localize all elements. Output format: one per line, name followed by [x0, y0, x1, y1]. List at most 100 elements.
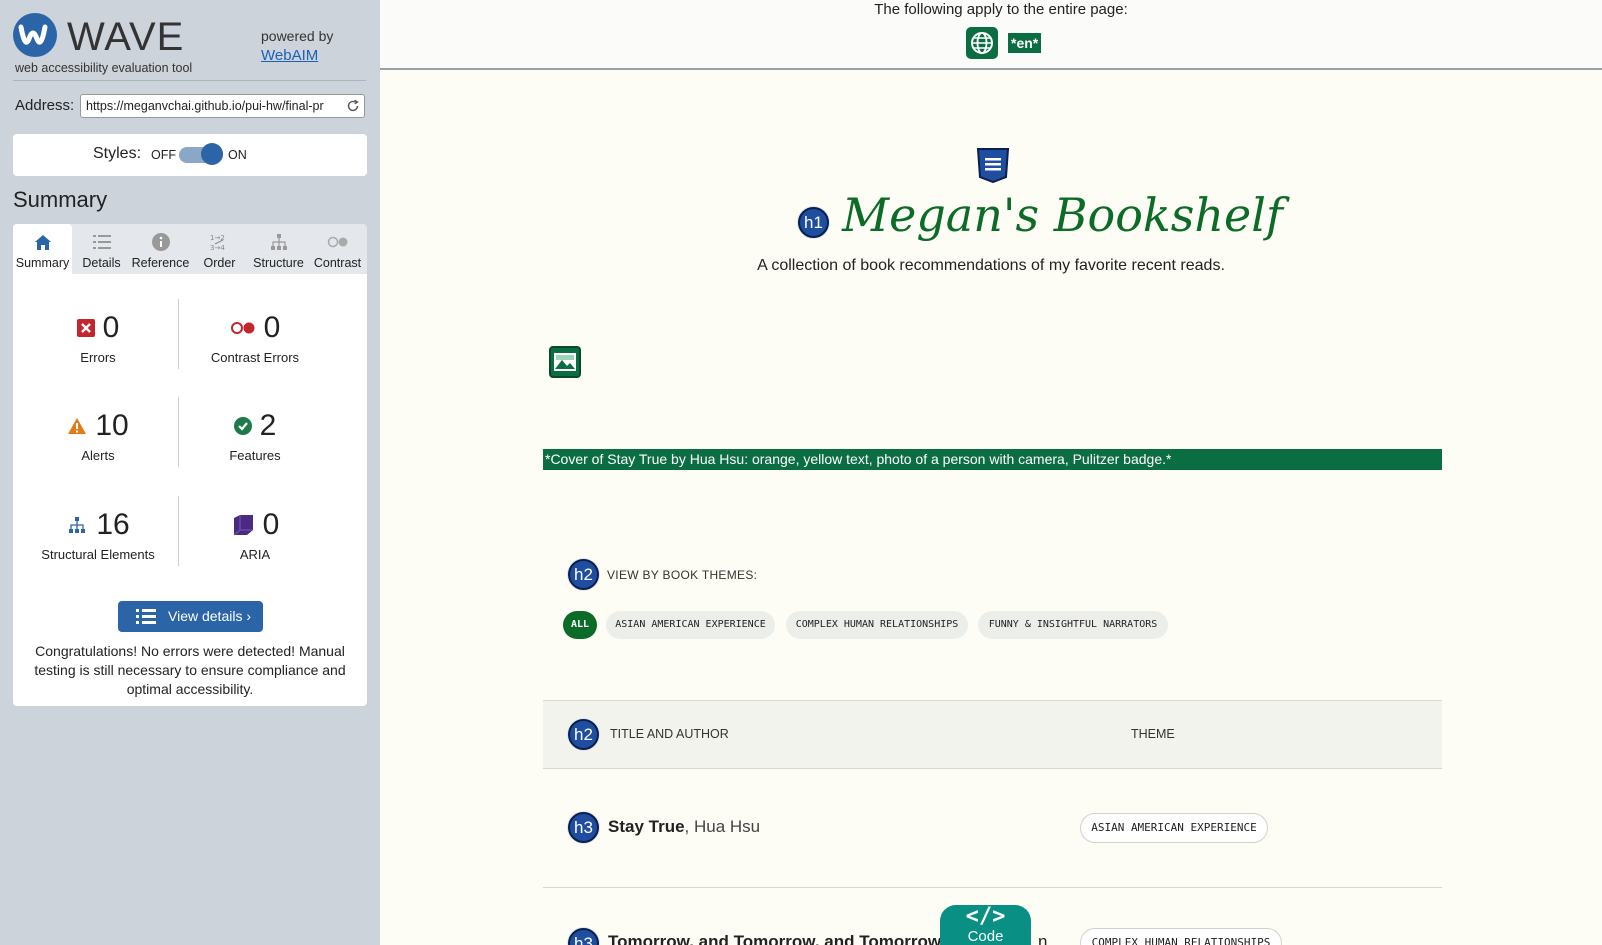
evaluated-page: The following apply to the entire page: …	[380, 0, 1602, 945]
tab-label: Order	[203, 256, 236, 270]
column-header-theme: THEME	[1131, 727, 1175, 741]
list-icon	[136, 609, 156, 624]
wave-logo-icon[interactable]	[13, 13, 57, 57]
contrast-toggle-icon	[327, 236, 347, 248]
contrast-errors-label: Contrast Errors	[210, 350, 300, 365]
feature-check-icon	[233, 417, 252, 435]
book-theme-pill[interactable]: ASIAN AMERICAN EXPERIENCE	[1080, 813, 1268, 843]
row-divider	[543, 887, 1442, 888]
theme-chip-complex-relationships[interactable]: COMPLEX HUMAN RELATIONSHIPS	[786, 611, 968, 639]
features-count: 2	[259, 409, 277, 442]
book-title-trailing-text: n	[1038, 932, 1048, 945]
structural-count: 16	[96, 508, 130, 541]
stat-errors[interactable]: 0 Errors	[18, 310, 178, 365]
tab-label: Structure	[253, 256, 304, 270]
reload-icon[interactable]	[346, 99, 360, 113]
aria-cube-icon	[233, 515, 253, 536]
address-label: Address:	[15, 97, 75, 114]
navigation-menu-icon[interactable]	[976, 147, 1010, 183]
congrats-message: Congratulations! No errors were detected…	[34, 643, 346, 697]
language-globe-icon[interactable]	[966, 27, 998, 59]
styles-label: Styles:	[93, 145, 142, 162]
theme-chip-funny-narrators[interactable]: FUNNY & INSIGHTFUL NARRATORS	[978, 611, 1168, 639]
book-row-title: Stay True, Hua Hsu	[608, 817, 760, 837]
view-details-button[interactable]: View details ›	[118, 601, 263, 632]
page-level-notice: The following apply to the entire page:	[874, 1, 1128, 18]
order-icon: 1→23→4	[210, 234, 225, 252]
book-title: Tomorrow, and Tomorrow, and Tomorrow	[608, 932, 942, 945]
stat-aria[interactable]: 0 ARIA	[175, 507, 335, 562]
styles-off-label: OFF	[151, 148, 176, 162]
styles-toggle-knob[interactable]	[201, 143, 223, 165]
page-level-bar: The following apply to the entire page: …	[380, 0, 1602, 70]
h2-badge-icon[interactable]: h2	[568, 559, 599, 590]
structural-label: Structural Elements	[41, 547, 155, 562]
svg-text:1→2: 1→2	[210, 234, 225, 242]
tab-structure[interactable]: Structure	[249, 224, 308, 274]
alt-text-bar: *Cover of Stay True by Hua Hsu: orange, …	[543, 449, 1442, 470]
wave-tagline: web accessibility evaluation tool	[15, 61, 193, 75]
book-row-title: Tomorrow, and Tomorrow, and Tomorrow, G	[608, 932, 964, 945]
stat-features[interactable]: 2 Features	[175, 408, 335, 463]
stat-structural[interactable]: 16 Structural Elements	[18, 507, 178, 562]
tab-label: Summary	[15, 256, 70, 270]
h3-badge-icon[interactable]: h3	[568, 928, 599, 945]
styles-toggle-box: Styles: OFF ON	[13, 134, 367, 176]
page-subtitle: A collection of book recommendations of …	[757, 257, 1225, 274]
book-theme-pill[interactable]: COMPLEX HUMAN RELATIONSHIPS	[1080, 928, 1282, 945]
alerts-count: 10	[95, 409, 129, 442]
summary-panel: 0 Errors 0 Contrast Errors 10 Alerts 2 F…	[13, 274, 367, 706]
info-icon	[151, 233, 170, 251]
book-title: Stay True	[608, 817, 685, 836]
tab-summary[interactable]: Summary	[13, 224, 72, 274]
view-details-label: View details ›	[168, 608, 252, 624]
powered-by-label: powered by	[261, 28, 334, 44]
code-panel-toggle[interactable]: </> Code	[940, 905, 1031, 945]
errors-label: Errors	[80, 350, 116, 365]
stat-alerts[interactable]: 10 Alerts	[18, 408, 178, 463]
tab-label: Reference	[131, 256, 190, 270]
tab-contrast[interactable]: Contrast	[308, 224, 367, 274]
h2-badge-icon[interactable]: h2	[568, 719, 599, 750]
structure-icon	[270, 234, 287, 250]
theme-chip-asian-american[interactable]: ASIAN AMERICAN EXPERIENCE	[606, 611, 775, 639]
code-icon: </>	[965, 904, 1006, 929]
tab-details[interactable]: Details	[72, 224, 131, 274]
column-header-title: TITLE AND AUTHOR	[610, 727, 729, 741]
wave-logo-text: WAVE	[67, 15, 185, 59]
features-label: Features	[229, 448, 281, 463]
contrast-error-icon	[230, 322, 255, 334]
webaim-link[interactable]: WebAIM	[261, 47, 318, 64]
page-title: Megan's Bookshelf	[842, 188, 1283, 242]
svg-text:3→4: 3→4	[210, 244, 225, 252]
aria-count: 0	[262, 508, 280, 541]
themes-label: VIEW BY BOOK THEMES:	[607, 568, 758, 582]
panel-tabs: Summary Details Reference 1→2 3→4 Order S…	[13, 224, 367, 274]
wave-sidebar: WAVE web accessibility evaluation tool p…	[0, 0, 380, 945]
aria-label: ARIA	[239, 547, 271, 562]
book-author: , Hua Hsu	[684, 817, 761, 836]
image-alt-icon[interactable]	[549, 346, 581, 378]
powered-by: powered by WebAIM	[261, 27, 333, 65]
tab-order[interactable]: 1→2 3→4 Order	[190, 224, 249, 274]
list-icon	[92, 235, 111, 249]
contrast-errors-count: 0	[263, 311, 281, 344]
alerts-label: Alerts	[81, 448, 115, 463]
theme-chip-all[interactable]: ALL	[563, 611, 597, 639]
h3-badge-icon[interactable]: h3	[568, 812, 599, 843]
code-label: Code	[967, 928, 1004, 945]
address-input[interactable]: https://meganvchai.github.io/pui-hw/fina…	[80, 94, 365, 118]
tab-label: Contrast	[313, 256, 362, 270]
tab-label: Details	[82, 256, 121, 270]
structure-icon	[69, 517, 86, 533]
error-icon	[76, 319, 95, 337]
language-badge[interactable]: *en*	[1008, 33, 1042, 53]
tab-reference[interactable]: Reference	[131, 224, 190, 274]
stat-contrast-errors[interactable]: 0 Contrast Errors	[175, 310, 335, 365]
alert-icon	[68, 418, 87, 434]
wave-header: WAVE web accessibility evaluation tool p…	[13, 13, 366, 81]
home-icon	[34, 235, 51, 250]
errors-count: 0	[102, 311, 120, 344]
h1-badge-icon[interactable]: h1	[798, 207, 829, 238]
summary-heading: Summary	[13, 187, 108, 212]
